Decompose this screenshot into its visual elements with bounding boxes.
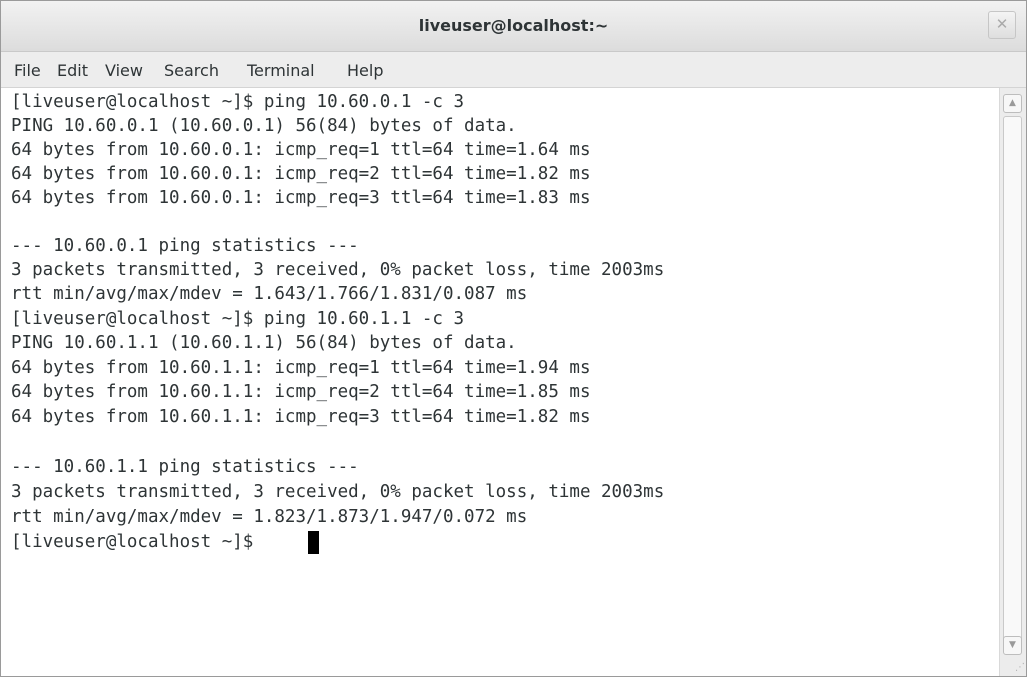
terminal-line: 64 bytes from 10.60.0.1: icmp_req=1 ttl=… xyxy=(11,140,591,160)
close-button[interactable]: ✕ xyxy=(988,11,1016,39)
terminal-line: 3 packets transmitted, 3 received, 0% pa… xyxy=(11,482,665,502)
terminal-line: --- 10.60.1.1 ping statistics --- xyxy=(11,457,359,477)
terminal-line: 64 bytes from 10.60.0.1: icmp_req=2 ttl=… xyxy=(11,164,591,184)
chevron-down-icon: ▼ xyxy=(1009,640,1016,650)
scroll-down-button[interactable]: ▼ xyxy=(1003,636,1022,655)
chevron-up-icon: ▲ xyxy=(1009,98,1016,108)
close-icon: ✕ xyxy=(995,15,1009,33)
terminal-line: PING 10.60.0.1 (10.60.0.1) 56(84) bytes … xyxy=(11,116,517,136)
terminal-line: 64 bytes from 10.60.1.1: icmp_req=1 ttl=… xyxy=(11,358,591,378)
menu-bar: File Edit View Search Terminal Help xyxy=(1,52,1026,88)
menu-help[interactable]: Help xyxy=(347,61,383,80)
menu-edit[interactable]: Edit xyxy=(57,61,88,80)
terminal-prompt-line: [liveuser@localhost ~]$ xyxy=(11,532,264,552)
terminal-line: 64 bytes from 10.60.1.1: icmp_req=3 ttl=… xyxy=(11,407,591,427)
terminal-line: 3 packets transmitted, 3 received, 0% pa… xyxy=(11,260,665,280)
terminal-output[interactable]: [liveuser@localhost ~]$ ping 10.60.0.1 -… xyxy=(1,88,999,676)
terminal-window: liveuser@localhost:~ ✕ File Edit View Se… xyxy=(0,0,1027,677)
terminal-line: PING 10.60.1.1 (10.60.1.1) 56(84) bytes … xyxy=(11,333,517,353)
terminal-line: rtt min/avg/max/mdev = 1.823/1.873/1.947… xyxy=(11,507,528,527)
terminal-line: [liveuser@localhost ~]$ ping 10.60.0.1 -… xyxy=(11,92,465,112)
resize-grip-icon[interactable]: ⋰ xyxy=(1013,662,1025,674)
terminal-line: 64 bytes from 10.60.1.1: icmp_req=2 ttl=… xyxy=(11,382,591,402)
terminal-line: 64 bytes from 10.60.0.1: icmp_req=3 ttl=… xyxy=(11,188,591,208)
scroll-up-button[interactable]: ▲ xyxy=(1003,94,1022,113)
text-cursor xyxy=(308,531,319,554)
terminal-line: [liveuser@localhost ~]$ ping 10.60.1.1 -… xyxy=(11,309,465,329)
menu-view[interactable]: View xyxy=(105,61,143,80)
menu-search[interactable]: Search xyxy=(164,61,219,80)
menu-file[interactable]: File xyxy=(14,61,41,80)
vertical-scrollbar[interactable]: ▲ ▼ ⋰ xyxy=(999,88,1026,676)
scroll-thumb[interactable] xyxy=(1003,116,1022,642)
terminal-line: --- 10.60.0.1 ping statistics --- xyxy=(11,236,359,256)
window-title: liveuser@localhost:~ xyxy=(418,16,609,35)
title-bar[interactable]: liveuser@localhost:~ ✕ xyxy=(1,1,1026,52)
terminal-line: rtt min/avg/max/mdev = 1.643/1.766/1.831… xyxy=(11,284,528,304)
menu-terminal[interactable]: Terminal xyxy=(247,61,315,80)
